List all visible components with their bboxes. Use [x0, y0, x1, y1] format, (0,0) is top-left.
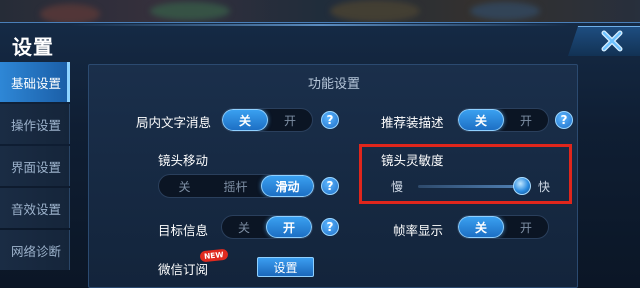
camera-move-option-off[interactable]: 关: [159, 175, 210, 197]
camera-move-option-swipe[interactable]: 滑动: [261, 175, 314, 197]
sidebar-item-basic[interactable]: 基础设置: [0, 62, 70, 102]
sidebar-item-network[interactable]: 网络诊断: [0, 230, 70, 270]
fps-display-label: 帧率显示: [393, 223, 444, 238]
panel-title: 功能设置: [307, 77, 360, 92]
toggle-off-option[interactable]: 关: [222, 109, 268, 131]
target-info-label: 目标信息: [158, 223, 209, 238]
wechat-subscribe-label: 微信订阅: [158, 262, 209, 277]
camera-move-selector[interactable]: 关 摇杆 滑动: [158, 174, 315, 198]
sidebar: 基础设置 操作设置 界面设置 音效设置 网络诊断: [0, 62, 70, 288]
slider-max-label: 快: [538, 180, 551, 194]
toggle-off-option[interactable]: 关: [458, 216, 504, 238]
toggle-on-option[interactable]: 开: [266, 216, 312, 238]
sidebar-item-label: 基础设置: [11, 75, 62, 91]
sidebar-item-label: 界面设置: [11, 159, 62, 175]
camera-sensitivity-slider-thumb[interactable]: [513, 177, 531, 195]
toggle-on-option[interactable]: 开: [504, 109, 548, 131]
in-game-text-toggle[interactable]: 关 开: [221, 108, 313, 132]
camera-sensitivity-label: 镜头灵敏度: [381, 153, 444, 168]
toggle-off-option[interactable]: 关: [458, 109, 504, 131]
toggle-off-option[interactable]: 关: [222, 216, 266, 238]
help-icon[interactable]: ?: [321, 177, 339, 195]
close-button[interactable]: [597, 27, 627, 55]
help-icon[interactable]: ?: [555, 111, 573, 129]
page-title: 设置: [12, 35, 54, 59]
wechat-settings-button[interactable]: 设置: [257, 257, 314, 277]
in-game-text-label: 局内文字消息: [136, 115, 212, 130]
sidebar-item-interface[interactable]: 界面设置: [0, 146, 70, 186]
camera-move-option-joystick[interactable]: 摇杆: [210, 175, 261, 197]
sidebar-item-label: 网络诊断: [11, 243, 62, 259]
sidebar-item-controls[interactable]: 操作设置: [0, 104, 70, 144]
sidebar-item-label: 操作设置: [11, 117, 62, 133]
help-icon[interactable]: ?: [321, 218, 339, 236]
sidebar-item-label: 音效设置: [11, 201, 62, 217]
toggle-on-option[interactable]: 开: [504, 216, 548, 238]
help-icon[interactable]: ?: [321, 111, 339, 129]
fps-display-toggle[interactable]: 关 开: [457, 215, 549, 239]
close-icon: [601, 30, 623, 52]
camera-move-label: 镜头移动: [158, 153, 209, 168]
target-info-toggle[interactable]: 关 开: [221, 215, 313, 239]
slider-min-label: 慢: [391, 180, 404, 194]
recommend-desc-label: 推荐装描述: [381, 115, 444, 130]
toggle-on-option[interactable]: 开: [268, 109, 312, 131]
frame-glow-line: [70, 24, 570, 26]
camera-sensitivity-slider-track[interactable]: [418, 185, 520, 188]
sidebar-item-audio[interactable]: 音效设置: [0, 188, 70, 228]
recommend-desc-toggle[interactable]: 关 开: [457, 108, 549, 132]
